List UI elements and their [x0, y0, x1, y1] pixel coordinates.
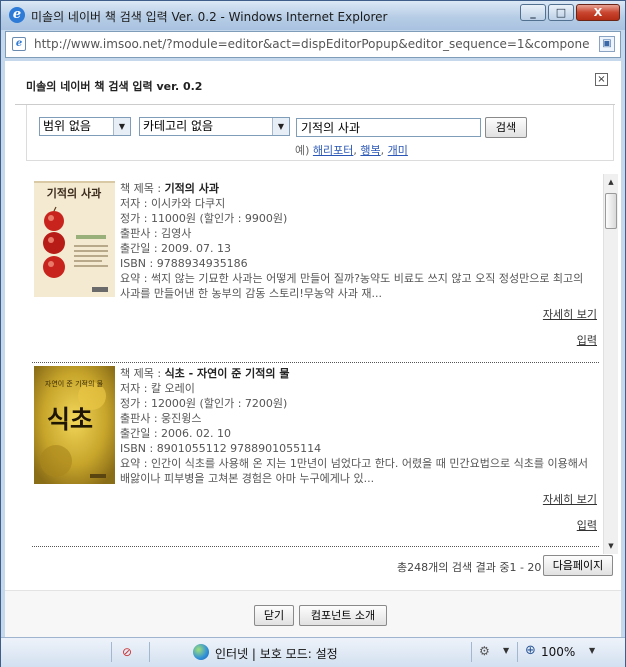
example-link-happiness[interactable]: 행복 — [360, 144, 380, 157]
examples-prefix: 예) — [295, 144, 310, 157]
list-item: 기적의 사과 책 제목 : 기적의 사과 저자: 이시카와 다쿠지 정가: … — [26, 181, 604, 363]
ie-logo-icon: e — [9, 7, 25, 23]
popup-title: 미솔의 네이버 책 검색 입력 ver. 0.2 — [26, 80, 203, 93]
insert-link[interactable]: 입력 — [577, 517, 597, 533]
examples-separator: , — [353, 144, 357, 157]
title-bar: e 미솔의 네이버 책 검색 입력 Ver. 0.2 - Windows Int… — [1, 1, 625, 30]
component-info-button[interactable]: 컴포넌트 소개 — [299, 605, 387, 626]
category-select[interactable]: 카테고리 없음 ▼ — [139, 117, 290, 136]
book-summary: 요약 : 인간이 식초를 사용해 온 지는 1만년이 넘었다고 한다. 어렸을 … — [120, 457, 588, 485]
item-divider — [32, 362, 599, 363]
security-zone-text[interactable]: 인터넷 | 보호 모드: 설정 — [215, 645, 338, 662]
window-title: 미솔의 네이버 책 검색 입력 Ver. 0.2 - Windows Inter… — [31, 10, 388, 24]
address-bar[interactable]: e http://www.imsoo.net/?module=editor&ac… — [5, 31, 621, 58]
search-input[interactable] — [296, 118, 481, 137]
protected-mode-icon[interactable]: ⚙ — [479, 644, 490, 658]
book-cover-image[interactable]: 기적의 사과 — [34, 181, 115, 297]
status-separator — [471, 642, 472, 662]
book-title-label: 책 제목 : — [120, 367, 165, 380]
book-info: 책 제목 : 기적의 사과 저자 : 이시카와 다쿠지 정가 : 11000원 … — [120, 181, 595, 301]
status-separator — [517, 642, 518, 662]
book-author: 저자 : 칼 오레이 — [120, 382, 195, 395]
results-scrollbar[interactable]: ▲ ▼ — [603, 174, 618, 554]
minimize-button[interactable]: _ — [520, 4, 546, 21]
book-title-value: 식초 - 자연이 준 기적의 물 — [164, 367, 290, 380]
cover-title: 기적의 사과 — [47, 186, 101, 200]
book-info: 책 제목 : 식초 - 자연이 준 기적의 물 저자 : 칼 오레이 정가 : … — [120, 366, 595, 486]
item-divider — [32, 546, 599, 547]
book-title-label: 책 제목 : — [120, 182, 165, 195]
next-page-button[interactable]: 다음페이지 — [543, 555, 613, 576]
range-select-value: 범위 없음 — [43, 119, 91, 133]
chevron-down-icon[interactable]: ▼ — [113, 118, 130, 135]
internet-zone-icon — [193, 644, 209, 660]
book-publisher: 출판사 : 웅진윙스 — [120, 412, 202, 425]
examples-separator: , — [380, 144, 385, 157]
zoom-icon[interactable]: ⊕ — [525, 643, 536, 658]
scroll-down-icon[interactable]: ▼ — [605, 539, 617, 553]
chevron-down-icon[interactable]: ▼ — [503, 646, 509, 655]
cover-title: 식초 — [47, 405, 93, 434]
example-link-harry-potter[interactable]: 해리포터 — [313, 144, 353, 157]
search-examples: 예) 해리포터, 행복, 개미 — [295, 142, 408, 158]
search-button[interactable]: 검색 — [485, 117, 527, 138]
chevron-down-icon[interactable]: ▼ — [589, 646, 595, 655]
book-price: 정가 : 11000원 (할인가 : 9900원) — [120, 212, 288, 225]
status-separator — [149, 642, 150, 662]
scroll-up-icon[interactable]: ▲ — [605, 175, 617, 189]
book-isbn: ISBN : 8901055112 9788901055114 — [120, 442, 322, 455]
book-pubdate: 출간일 : 2006. 02. 10 — [120, 427, 232, 440]
book-price: 정가 : 12000원 (할인가 : 7200원) — [120, 397, 288, 410]
privacy-icon[interactable]: ⊘ — [122, 644, 138, 660]
book-cover-image[interactable]: 자연이 준 기적의 물 식초 — [34, 366, 115, 484]
close-button[interactable]: 닫기 — [254, 605, 294, 626]
chevron-down-icon[interactable]: ▼ — [272, 118, 289, 135]
book-title-value: 기적의 사과 — [164, 182, 219, 195]
popup-close-icon[interactable]: × — [595, 73, 608, 86]
more-details-link[interactable]: 자세히 보기 — [543, 491, 597, 507]
example-link-ants[interactable]: 개미 — [388, 144, 408, 157]
results-list: 기적의 사과 책 제목 : 기적의 사과 저자: 이시카와 다쿠지 정가: … — [26, 174, 604, 554]
book-title: 책 제목 : 식초 - 자연이 준 기적의 물 — [120, 366, 595, 381]
insert-link[interactable]: 입력 — [577, 332, 597, 348]
status-separator — [111, 642, 112, 662]
book-publisher: 출판사 : 김영사 — [120, 227, 192, 240]
popup-page: 미솔의 네이버 책 검색 입력 ver. 0.2 × 범위 없음 ▼ 카테고리 … — [5, 61, 621, 637]
more-details-link[interactable]: 자세히 보기 — [543, 306, 597, 322]
scroll-thumb[interactable] — [605, 193, 617, 229]
browser-window: e 미솔의 네이버 책 검색 입력 Ver. 0.2 - Windows Int… — [0, 0, 626, 667]
book-author: 저자 : 이시카와 다쿠지 — [120, 197, 226, 210]
range-select[interactable]: 범위 없음 ▼ — [39, 117, 131, 136]
category-select-value: 카테고리 없음 — [143, 119, 214, 133]
book-summary: 요약 : 썩지 않는 기묘한 사과는 어떻게 만들어 질까?농약도 비료도 쓰지… — [120, 272, 584, 300]
close-window-button[interactable]: X — [576, 4, 620, 21]
feed-icon[interactable]: ▣ — [599, 36, 615, 52]
book-pubdate: 출간일 : 2009. 07. 13 — [120, 242, 232, 255]
zoom-level[interactable]: 100% — [541, 645, 575, 659]
page-icon: e — [12, 37, 26, 51]
list-item: 자연이 준 기적의 물 식초 책 제목 : 식초 - 자연이 준 기적의 물 저… — [26, 366, 604, 547]
url-host: http://www.imsoo.net — [34, 37, 163, 51]
result-count: 총248개의 검색 결과 중1 - 20 — [397, 561, 542, 574]
maximize-button[interactable]: □ — [548, 4, 574, 21]
book-title: 책 제목 : 기적의 사과 — [120, 181, 595, 196]
url-path: /?module=editor&act=dispEditorPopup&edit… — [162, 37, 589, 51]
book-isbn: ISBN : 9788934935186 — [120, 257, 248, 270]
url-text[interactable]: http://www.imsoo.net/?module=editor&act=… — [34, 37, 589, 51]
status-bar: ⊘ 인터넷 | 보호 모드: 설정 ⚙ ▼ ⊕ 100% ▼ — [1, 637, 625, 667]
cover-subtitle: 자연이 준 기적의 물 — [45, 379, 104, 388]
